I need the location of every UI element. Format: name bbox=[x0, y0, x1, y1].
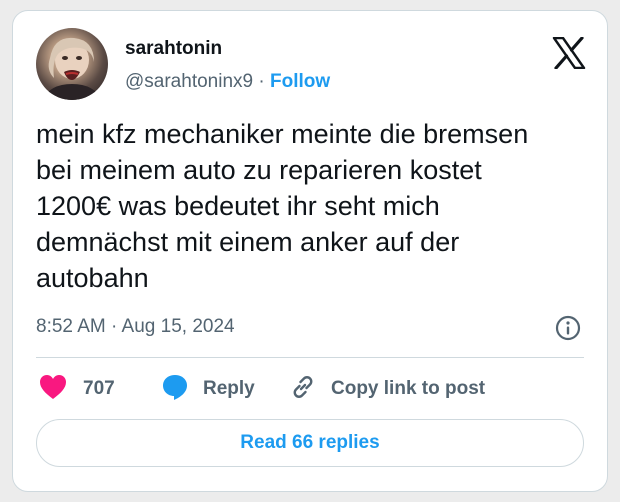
like-button[interactable]: 707 bbox=[39, 373, 115, 405]
tweet-card: sarahtonin @sarahtoninx9 · Follow mein k… bbox=[12, 10, 608, 492]
copy-link-button[interactable]: Copy link to post bbox=[289, 373, 485, 405]
handle-line: @sarahtoninx9 · Follow bbox=[125, 71, 330, 93]
tweet-text: mein kfz mechaniker meinte die bremsen b… bbox=[36, 119, 529, 293]
reply-button[interactable]: Reply bbox=[161, 373, 255, 405]
read-replies-label: Read 66 replies bbox=[240, 432, 380, 453]
display-name[interactable]: sarahtonin bbox=[125, 38, 222, 60]
x-logo-icon[interactable] bbox=[552, 36, 586, 70]
speech-bubble-icon bbox=[161, 373, 189, 406]
heart-icon bbox=[39, 374, 67, 405]
copy-link-label: Copy link to post bbox=[331, 378, 486, 399]
like-count: 707 bbox=[83, 378, 115, 399]
handle-separator: · bbox=[253, 71, 270, 92]
follow-link[interactable]: Follow bbox=[270, 71, 330, 92]
timestamp[interactable]: 8:52 AM · Aug 15, 2024 bbox=[36, 316, 235, 338]
handle[interactable]: @sarahtoninx9 bbox=[125, 71, 253, 92]
divider bbox=[36, 357, 584, 358]
link-icon bbox=[289, 373, 317, 406]
info-icon[interactable] bbox=[554, 314, 582, 342]
avatar[interactable] bbox=[36, 28, 108, 100]
reply-label: Reply bbox=[203, 378, 255, 399]
read-replies-button[interactable]: Read 66 replies bbox=[36, 419, 584, 467]
